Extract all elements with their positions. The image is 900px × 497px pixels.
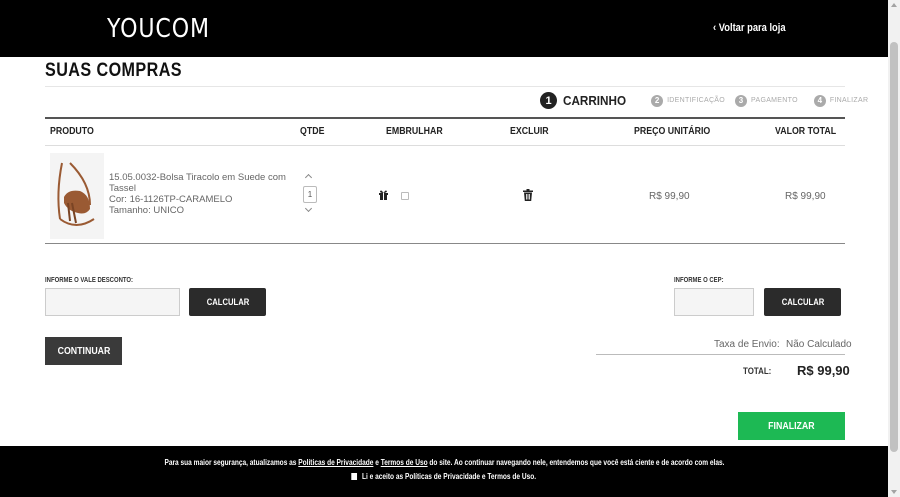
brand-logo[interactable]: YOUCOM <box>107 14 210 44</box>
step-number: 2 <box>651 94 664 107</box>
header-qtde: QTDE <box>300 126 325 137</box>
product-image[interactable] <box>50 153 104 239</box>
gift-icon <box>379 190 388 200</box>
step-pagamento: 3 PAGAMENTO <box>735 94 798 107</box>
total-label: TOTAL: <box>743 366 772 376</box>
page-scrollbar[interactable] <box>888 0 900 497</box>
product-size: Tamanho: UNICO <box>109 205 184 216</box>
privacy-footer: Para sua maior segurança, atualizamos as… <box>0 446 888 497</box>
bag-icon <box>50 153 104 239</box>
qty-input[interactable]: 1 <box>303 186 317 203</box>
header-embrulhar: EMBRULHAR <box>386 126 443 137</box>
checkout-steps: 1 CARRINHO 2 IDENTIFICAÇÃO 3 PAGAMENTO 4… <box>540 92 878 109</box>
qty-increase-icon[interactable] <box>304 173 313 182</box>
accept-terms-label: Li e aceito as Políticas de Privacidade … <box>362 472 537 481</box>
privacy-policy-link[interactable]: Políticas de Privacidade <box>298 458 373 467</box>
step-label: IDENTIFICAÇÃO <box>667 97 726 104</box>
notice-text: Para sua maior segurança, atualizamos as <box>163 458 298 467</box>
button-label: CONTINUAR <box>57 345 110 357</box>
cart-page: YOUCOM ‹ Voltar para loja SUAS COMPRAS 1… <box>0 0 900 497</box>
summary-divider <box>596 354 845 355</box>
button-label: CALCULAR <box>206 297 249 307</box>
step-identificacao: 2 IDENTIFICAÇÃO <box>651 94 726 107</box>
unit-price: R$ 99,90 <box>649 191 690 202</box>
privacy-notice: Para sua maior segurança, atualizamos as… <box>0 458 888 467</box>
step-label: FINALIZAR <box>829 97 869 104</box>
back-to-store-link[interactable]: ‹ Voltar para loja <box>713 22 786 34</box>
calculate-shipping-button[interactable]: CALCULAR <box>764 288 841 316</box>
product-name[interactable]: 15.05.0032-Bolsa Tiracolo em Suede com T… <box>109 172 289 194</box>
page-title: SUAS COMPRAS <box>45 60 183 81</box>
step-number: 1 <box>540 92 557 109</box>
button-label: FINALIZAR <box>768 420 815 432</box>
top-header: YOUCOM ‹ Voltar para loja <box>0 0 888 57</box>
scroll-down-arrow-icon[interactable] <box>891 490 897 494</box>
header-divider <box>45 145 845 146</box>
button-label: CALCULAR <box>781 297 824 307</box>
discount-input[interactable] <box>45 288 180 316</box>
continue-button[interactable]: CONTINUAR <box>45 337 122 365</box>
row-divider <box>45 243 845 244</box>
qty-decrease-icon[interactable] <box>304 204 313 213</box>
product-color: Cor: 16-1126TP-CARAMELO <box>109 194 233 205</box>
accept-terms-checkbox[interactable] <box>351 473 358 480</box>
step-label: PAGAMENTO <box>751 97 798 104</box>
header-preco-unitario: PREÇO UNITÁRIO <box>634 126 711 137</box>
accept-terms[interactable]: Li e aceito as Políticas de Privacidade … <box>0 472 888 482</box>
header-produto: PRODUTO <box>50 126 94 137</box>
calculate-discount-button[interactable]: CALCULAR <box>189 288 266 316</box>
table-top-border <box>45 117 845 119</box>
terms-of-use-link[interactable]: Termos de Uso <box>380 458 427 467</box>
total-value: R$ 99,90 <box>797 363 850 378</box>
shipping-label: Taxa de Envio: <box>714 339 780 350</box>
step-label: CARRINHO <box>563 93 627 108</box>
step-finalizar: 4 FINALIZAR <box>813 94 869 107</box>
step-number: 3 <box>735 94 748 107</box>
product-info: 15.05.0032-Bolsa Tiracolo em Suede com T… <box>109 172 289 216</box>
scroll-thumb[interactable] <box>890 42 898 452</box>
discount-label: INFORME O VALE DESCONTO: <box>45 277 134 284</box>
finalize-button[interactable]: FINALIZAR <box>738 412 845 440</box>
cep-label: INFORME O CEP: <box>674 277 724 284</box>
shipping-value: Não Calculado <box>786 339 852 350</box>
cep-input[interactable] <box>674 288 754 316</box>
header-valor-total: VALOR TOTAL <box>775 126 837 137</box>
line-total-price: R$ 99,90 <box>785 191 826 202</box>
trash-icon[interactable] <box>523 189 533 201</box>
title-divider <box>45 86 845 87</box>
wrap-checkbox[interactable] <box>401 192 409 200</box>
step-carrinho: 1 CARRINHO <box>540 92 633 109</box>
step-number: 4 <box>813 94 826 107</box>
notice-text: e <box>372 458 381 467</box>
header-excluir: EXCLUIR <box>510 126 549 137</box>
notice-text: do site. Ao continuar navegando nele, en… <box>427 458 725 467</box>
scroll-up-arrow-icon[interactable] <box>891 3 897 7</box>
